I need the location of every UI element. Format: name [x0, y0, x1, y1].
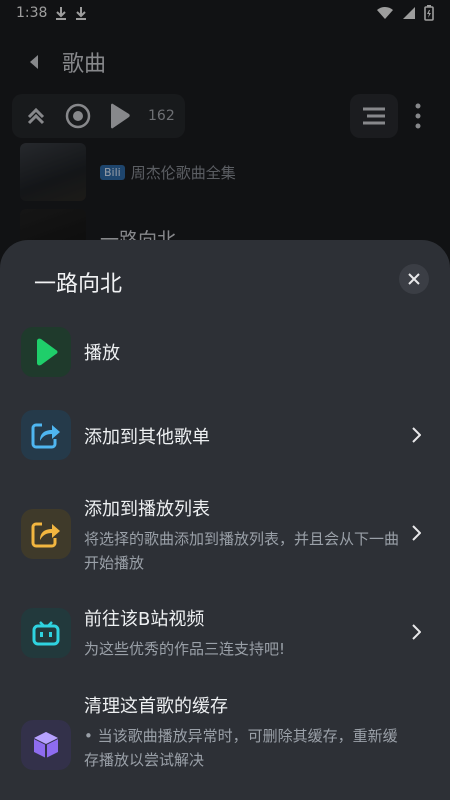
- chevron-right-icon: [408, 523, 424, 543]
- share-icon-tile: [21, 410, 71, 460]
- go-to-bilibili-option[interactable]: 前往该B站视频 为这些优秀的作品三连支持吧!: [0, 605, 450, 661]
- cube-icon: [33, 732, 59, 758]
- add-to-queue-option[interactable]: 添加到播放列表 将选择的歌曲添加到播放列表，并且会从下一曲开始播放: [0, 495, 450, 575]
- play-icon-tile: [21, 327, 71, 377]
- add-to-other-playlist-text: 添加到其他歌单: [84, 423, 402, 449]
- clear-cache-desc: • 当该歌曲播放异常时，可删除其缓存，重新缓存播放以尝试解决: [84, 727, 398, 769]
- share-icon-tile: [21, 509, 71, 559]
- close-icon: [408, 273, 420, 285]
- play-option-text: 播放: [84, 339, 402, 365]
- clear-cache-option[interactable]: 清理这首歌的缓存 • 当该歌曲播放异常时，可删除其缓存，重新缓存播放以尝试解决: [0, 692, 450, 776]
- go-to-bilibili-label: 前往该B站视频: [84, 609, 205, 630]
- chevron-right-icon: [408, 425, 424, 445]
- add-to-other-playlist-option[interactable]: 添加到其他歌单: [0, 410, 450, 460]
- song-action-sheet: 一路向北 播放 添加到其他歌单 添加到播放列表 将选择的歌曲添加到播放列表，并且…: [0, 240, 450, 800]
- close-button[interactable]: [399, 264, 429, 294]
- share-icon: [31, 423, 60, 449]
- play-option[interactable]: 播放: [0, 327, 450, 377]
- add-to-queue-desc: 将选择的歌曲添加到播放列表，并且会从下一曲开始播放: [84, 530, 400, 572]
- clear-cache-text: 清理这首歌的缓存 • 当该歌曲播放异常时，可删除其缓存，重新缓存播放以尝试解决: [84, 692, 402, 772]
- share-icon: [31, 522, 60, 548]
- bilibili-icon-tile: [21, 608, 71, 658]
- play-option-label: 播放: [84, 343, 120, 364]
- add-to-other-playlist-label: 添加到其他歌单: [84, 427, 210, 448]
- add-to-queue-text: 添加到播放列表 将选择的歌曲添加到播放列表，并且会从下一曲开始播放: [84, 495, 402, 575]
- clear-cache-label: 清理这首歌的缓存: [84, 696, 228, 717]
- cube-icon-tile: [21, 720, 71, 770]
- play-icon: [37, 338, 58, 366]
- chevron-right-icon: [408, 622, 424, 642]
- add-to-queue-label: 添加到播放列表: [84, 499, 210, 520]
- go-to-bilibili-text: 前往该B站视频 为这些优秀的作品三连支持吧!: [84, 605, 402, 661]
- go-to-bilibili-desc: 为这些优秀的作品三连支持吧!: [84, 640, 286, 658]
- bilibili-icon: [32, 621, 60, 646]
- sheet-title: 一路向北: [34, 272, 123, 297]
